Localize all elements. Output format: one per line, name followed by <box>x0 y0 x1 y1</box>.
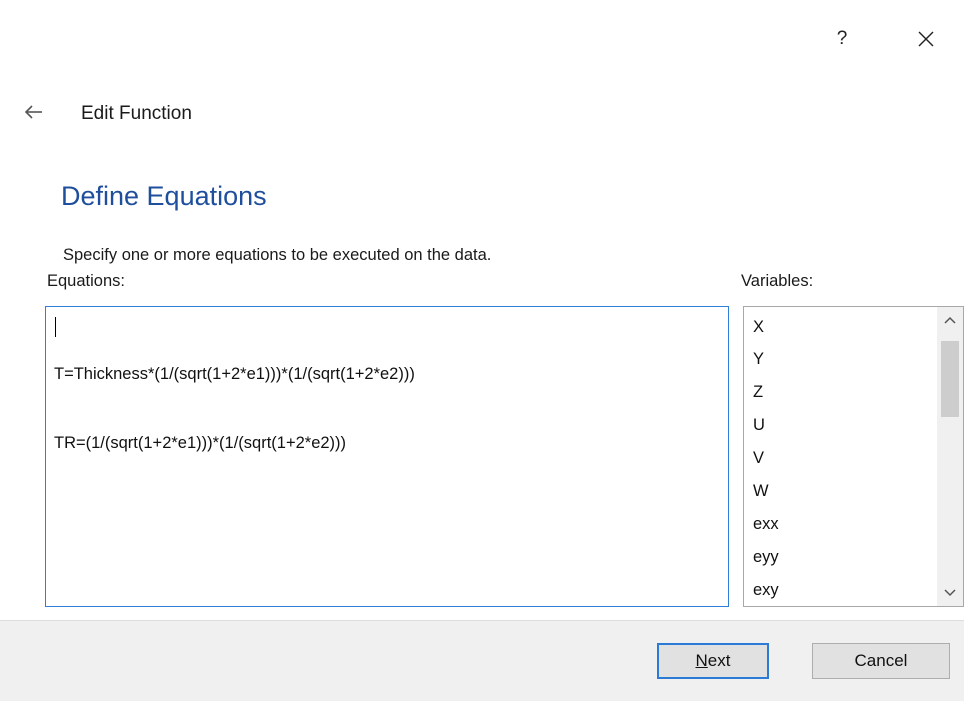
text-caret <box>55 317 56 337</box>
close-button[interactable] <box>906 22 946 56</box>
equations-editor[interactable]: T=Thickness*(1/(sqrt(1+2*e1)))*(1/(sqrt(… <box>45 306 729 607</box>
scrollbar-thumb[interactable] <box>941 341 959 417</box>
section-description: Specify one or more equations to be exec… <box>63 246 492 264</box>
scroll-down-button[interactable] <box>937 580 963 606</box>
variable-item[interactable]: Y <box>753 349 764 369</box>
next-mnemonic: N <box>695 651 708 670</box>
variable-item[interactable]: X <box>753 317 764 337</box>
page-title: Edit Function <box>81 103 192 124</box>
next-button[interactable]: Next <box>657 643 769 679</box>
variable-item[interactable]: U <box>753 415 765 435</box>
variables-scrollbar[interactable] <box>937 307 963 606</box>
next-label: ext <box>707 651 731 670</box>
help-button[interactable]: ? <box>822 22 862 56</box>
dialog-footer: Next Cancel <box>0 620 964 701</box>
variable-item[interactable]: eyy <box>753 547 779 567</box>
back-arrow-icon <box>25 105 42 119</box>
variables-label: Variables: <box>741 272 814 290</box>
variables-list[interactable]: X Y Z U V W exx eyy exy <box>743 306 964 607</box>
variable-item[interactable]: W <box>753 481 769 501</box>
edit-function-dialog: ? Edit Function Define Equations Specify… <box>0 0 964 701</box>
equation-line: TR=(1/(sqrt(1+2*e1)))*(1/(sqrt(1+2*e2))) <box>54 434 347 452</box>
back-button[interactable] <box>22 101 46 123</box>
cancel-button[interactable]: Cancel <box>812 643 950 679</box>
close-icon <box>918 31 934 47</box>
equation-line: T=Thickness*(1/(sqrt(1+2*e1)))*(1/(sqrt(… <box>54 365 415 383</box>
chevron-down-icon <box>944 589 956 597</box>
equations-label: Equations: <box>47 272 125 290</box>
section-title: Define Equations <box>61 181 267 211</box>
variable-item[interactable]: V <box>753 448 764 468</box>
scroll-up-button[interactable] <box>937 307 963 333</box>
chevron-up-icon <box>944 316 956 324</box>
variable-item[interactable]: exy <box>753 580 779 600</box>
variable-item[interactable]: exx <box>753 514 779 534</box>
variable-item[interactable]: Z <box>753 382 763 402</box>
